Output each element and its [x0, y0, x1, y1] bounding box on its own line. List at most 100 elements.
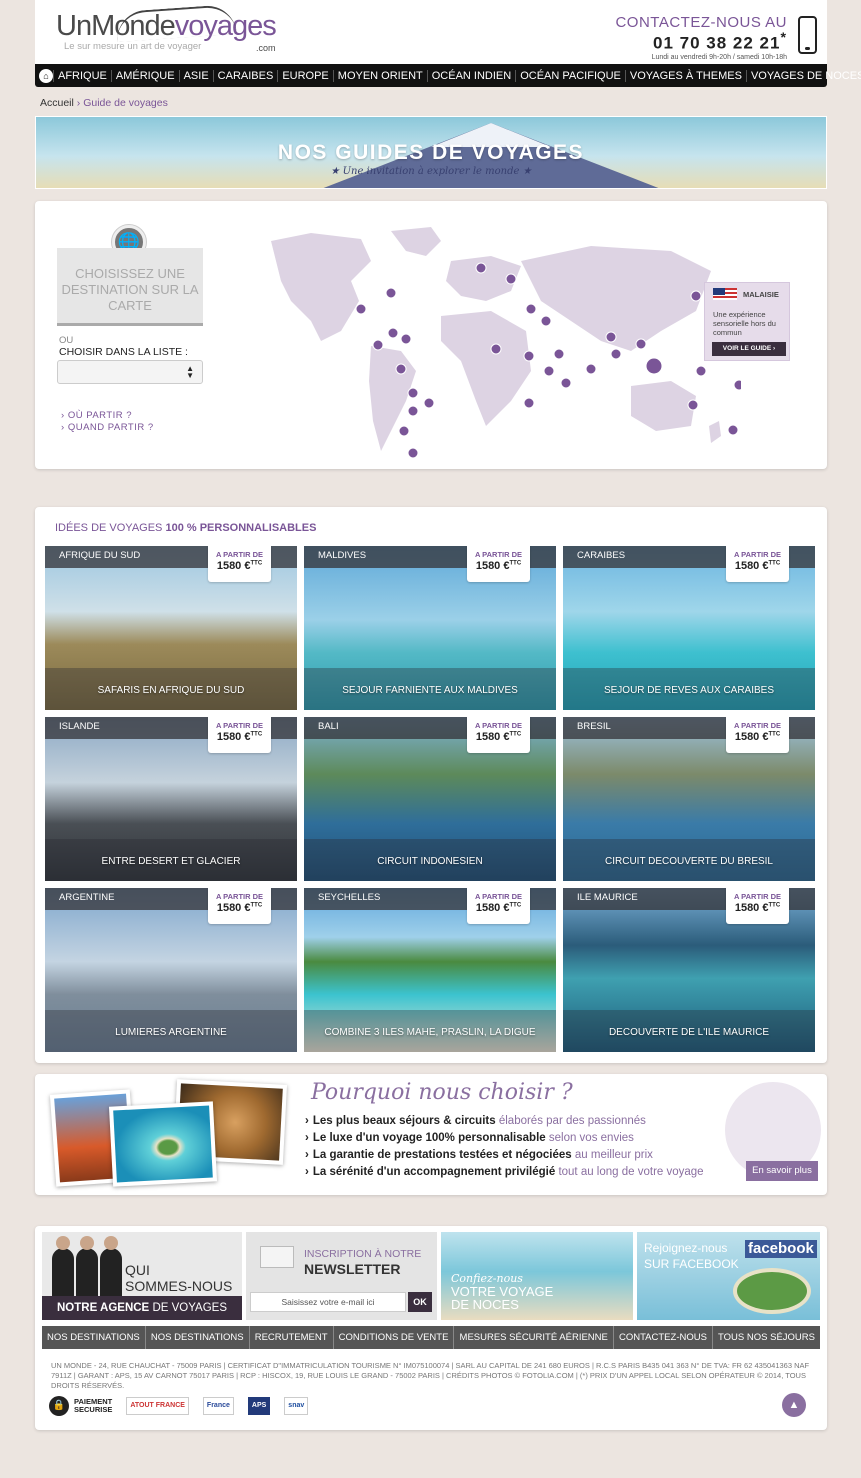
world-map[interactable]	[241, 221, 741, 461]
lock-icon: 🔒	[49, 1396, 69, 1416]
map-pin[interactable]	[525, 303, 537, 315]
site-logo[interactable]: UnMondevoyages Le sur mesure un art de v…	[56, 3, 277, 53]
footer-link-contact[interactable]: CONTACTEZ-NOUS	[612, 1326, 712, 1349]
tile-country: BRESIL	[577, 721, 611, 732]
map-africa	[441, 311, 531, 426]
trip-tile[interactable]: AFRIQUE DU SUD A PARTIR DE 1580 €TTC SAFA…	[45, 546, 297, 710]
map-pin[interactable]	[733, 379, 741, 391]
home-button[interactable]: ⌂	[39, 64, 53, 87]
tile-price-badge: A PARTIR DE 1580 €TTC	[467, 717, 530, 753]
map-pin[interactable]	[407, 405, 419, 417]
where-to-go-link[interactable]: › OÙ PARTIR ?	[61, 410, 132, 421]
nav-item-ocean-pacifique[interactable]: OCÉAN PACIFIQUE	[515, 69, 625, 82]
map-pin[interactable]	[387, 327, 399, 339]
about-us-promo[interactable]: QUI SOMMES-NOUS ? NOTRE AGENCE DE VOYAGE…	[42, 1232, 242, 1320]
list-label: CHOISIR DANS LA LISTE :	[59, 346, 188, 358]
price-from-label: A PARTIR DE	[474, 550, 523, 559]
trip-tile[interactable]: SEYCHELLES A PARTIR DE 1580 €TTC COMBINE …	[304, 888, 556, 1052]
breadcrumb-home[interactable]: Accueil	[40, 97, 74, 109]
map-pin[interactable]	[407, 447, 419, 459]
map-pin[interactable]	[523, 397, 535, 409]
footer-link-destinations[interactable]: NOS DESTINATIONS	[42, 1326, 145, 1349]
map-pin[interactable]	[635, 338, 647, 350]
honeymoon-promo[interactable]: Confiez-nous VOTRE VOYAGE DE NOCES	[441, 1232, 633, 1320]
map-pin[interactable]	[398, 425, 410, 437]
map-pin[interactable]	[690, 290, 702, 302]
trip-tile[interactable]: BRESIL A PARTIR DE 1580 €TTC CIRCUIT DECO…	[563, 717, 815, 881]
tile-trip-name: CIRCUIT INDONESIEN	[377, 856, 483, 867]
map-pin[interactable]	[687, 399, 699, 411]
facebook-line2: SUR FACEBOOK	[644, 1257, 739, 1271]
tile-country: ISLANDE	[59, 721, 100, 732]
map-pin[interactable]	[505, 273, 517, 285]
map-pin[interactable]	[610, 348, 622, 360]
trip-tile[interactable]: ISLANDE A PARTIR DE 1580 €TTC ENTRE DESER…	[45, 717, 297, 881]
nav-item-europe[interactable]: EUROPE	[277, 69, 332, 82]
map-pin[interactable]	[585, 363, 597, 375]
nav-item-amerique[interactable]: AMÉRIQUE	[110, 69, 179, 82]
nav-item-afrique[interactable]: AFRIQUE	[53, 69, 111, 82]
destination-select[interactable]: ▲ ▼	[57, 360, 203, 384]
map-pin[interactable]	[543, 365, 555, 377]
learn-more-button[interactable]: En savoir plus	[746, 1161, 818, 1181]
tile-country: ARGENTINE	[59, 892, 115, 903]
map-pin[interactable]	[475, 262, 487, 274]
map-pin[interactable]	[727, 424, 739, 436]
footer-link-destinations[interactable]: NOS DESTINATIONS	[144, 1326, 249, 1349]
nav-item-caraibes[interactable]: CARAIBES	[212, 69, 278, 82]
callout-description: Une expérience sensorielle hors du commu…	[713, 310, 776, 337]
map-pin[interactable]	[395, 363, 407, 375]
newsletter-ok-button[interactable]: OK	[408, 1292, 432, 1312]
trip-tile[interactable]: MALDIVES A PARTIR DE 1580 €TTC SEJOUR FAR…	[304, 546, 556, 710]
scroll-top-button[interactable]: ▲	[782, 1393, 806, 1417]
map-pin[interactable]	[540, 315, 552, 327]
map-pin[interactable]	[560, 377, 572, 389]
map-pin[interactable]	[695, 365, 707, 377]
footer-link-recrutement[interactable]: RECRUTEMENT	[248, 1326, 333, 1349]
price-from-label: A PARTIR DE	[215, 721, 264, 730]
map-pin[interactable]	[400, 333, 412, 345]
france-logo: France	[202, 1397, 234, 1415]
price-amount: 1580 €TTC	[475, 560, 522, 572]
footer-nav: NOS DESTINATIONS NOS DESTINATIONS RECRUT…	[42, 1326, 820, 1349]
trip-tile[interactable]: BALI A PARTIR DE 1580 €TTC CIRCUIT INDONE…	[304, 717, 556, 881]
map-pin[interactable]	[605, 331, 617, 343]
nav-item-ocean-indien[interactable]: OCÉAN INDIEN	[426, 69, 515, 82]
footer-link-sejours[interactable]: TOUS NOS SÉJOURS	[711, 1326, 820, 1349]
snav-logo: snav	[284, 1397, 309, 1415]
tile-trip-name: LUMIERES ARGENTINE	[115, 1027, 227, 1038]
contact-phone-number[interactable]: 01 70 38 22 21*	[615, 30, 787, 54]
when-to-go-link[interactable]: › QUAND PARTIR ?	[61, 422, 154, 433]
nav-item-voyages-themes[interactable]: VOYAGES À THEMES	[624, 69, 746, 82]
newsletter-email-input[interactable]: Saisissez votre e-mail ici	[250, 1292, 406, 1312]
nav-item-voyages-noces[interactable]: VOYAGES DE NOCES	[745, 69, 861, 82]
tile-price-badge: A PARTIR DE 1580 €TTC	[208, 546, 271, 582]
tile-price-badge: A PARTIR DE 1580 €TTC	[208, 888, 271, 924]
nav-item-asie[interactable]: ASIE	[178, 69, 213, 82]
map-pin[interactable]	[553, 348, 565, 360]
tile-price-badge: A PARTIR DE 1580 €TTC	[726, 717, 789, 753]
logo-tagline: Le sur mesure un art de voyager	[64, 41, 202, 52]
map-pin[interactable]	[490, 343, 502, 355]
malaysia-flag-icon	[713, 288, 737, 300]
map-australia	[631, 381, 696, 431]
trip-tile[interactable]: ILE MAURICE A PARTIR DE 1580 €TTC DECOUVE…	[563, 888, 815, 1052]
facebook-promo[interactable]: Rejoignez-nous SUR FACEBOOK facebook	[637, 1232, 820, 1320]
destination-callout: MALAISIE Une expérience sensorielle hors…	[704, 282, 790, 361]
map-pin[interactable]	[385, 287, 397, 299]
island-image	[737, 1272, 807, 1310]
map-pin[interactable]	[423, 397, 435, 409]
footer-link-securite[interactable]: MESURES SÉCURITÉ AÉRIENNE	[453, 1326, 612, 1349]
photo-island	[108, 1101, 218, 1187]
price-amount: 1580 €TTC	[216, 731, 263, 743]
map-pin-selected-malaisie[interactable]	[645, 357, 663, 375]
map-pin[interactable]	[407, 387, 419, 399]
map-pin[interactable]	[372, 339, 384, 351]
map-pin[interactable]	[523, 350, 535, 362]
view-guide-button[interactable]: VOIR LE GUIDE ›	[712, 342, 786, 356]
nav-item-moyen-orient[interactable]: MOYEN ORIENT	[332, 69, 427, 82]
trip-tile[interactable]: ARGENTINE A PARTIR DE 1580 €TTC LUMIERES …	[45, 888, 297, 1052]
map-pin[interactable]	[355, 303, 367, 315]
footer-link-conditions[interactable]: CONDITIONS DE VENTE	[332, 1326, 454, 1349]
trip-tile[interactable]: CARAIBES A PARTIR DE 1580 €TTC SEJOUR DE …	[563, 546, 815, 710]
